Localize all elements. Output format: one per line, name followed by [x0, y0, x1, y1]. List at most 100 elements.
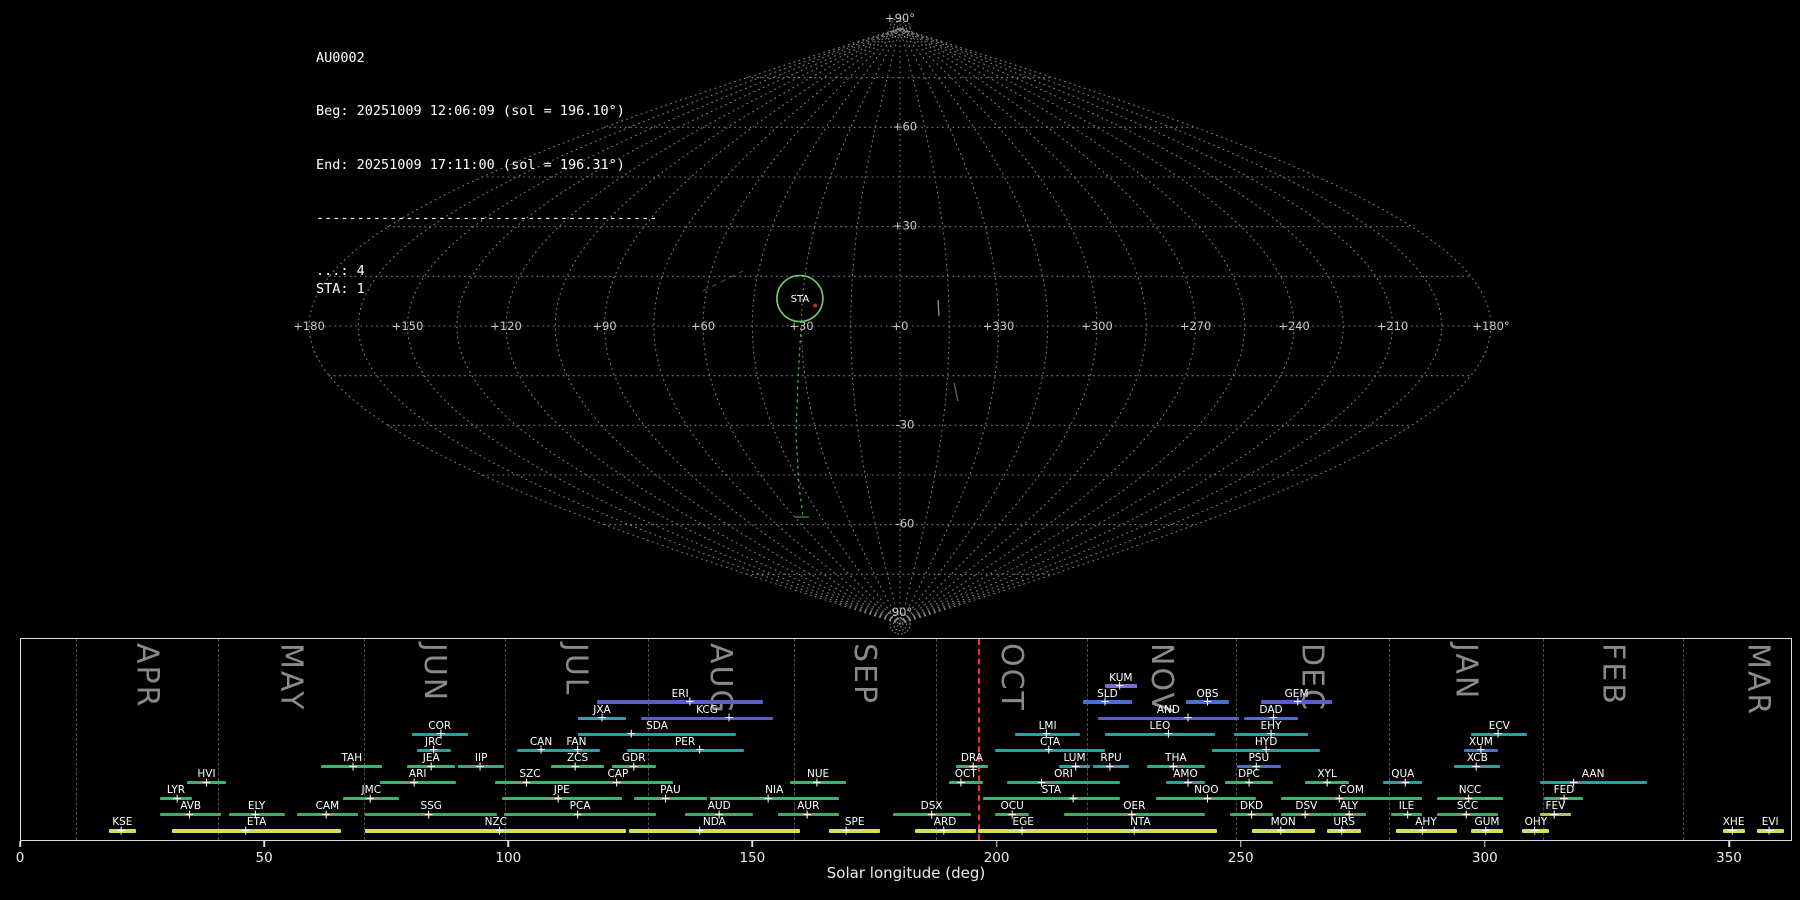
- shower-peak-marker: +: [570, 759, 580, 773]
- shower-bar: [629, 829, 800, 832]
- separator-line: ----------------------------------------…: [316, 210, 657, 228]
- x-tick: [996, 841, 998, 847]
- month-label: SEP: [847, 643, 882, 705]
- x-tick: [19, 841, 21, 847]
- shower-peak-marker: +: [1300, 808, 1310, 822]
- station-id: AU0002: [316, 50, 657, 68]
- shower-bar: [172, 829, 341, 832]
- shower-peak-marker: +: [424, 808, 434, 822]
- x-axis-title: Solar longitude (deg): [827, 864, 985, 882]
- shower-peak-marker: +: [116, 824, 126, 838]
- shower-counts: ...: 4STA: 1: [316, 263, 657, 299]
- x-tick-label: 0: [16, 850, 25, 866]
- shower-peak-marker: +: [660, 791, 670, 805]
- faint-mark: [954, 383, 958, 401]
- shower-peak-marker: +: [494, 824, 504, 838]
- shower-peak-marker: +: [1244, 775, 1254, 789]
- shower-peak-marker: +: [597, 711, 607, 725]
- lat-label: +60: [893, 119, 917, 133]
- shower-peak-marker: +: [1322, 775, 1332, 789]
- observation-end: End: 20251009 17:11:00 (sol = 196.31°): [316, 157, 657, 175]
- month-boundary-line: [218, 639, 219, 840]
- month-label: JAN: [1448, 643, 1483, 700]
- shower-peak-marker: +: [1163, 727, 1173, 741]
- shower-peak-marker: +: [1400, 775, 1410, 789]
- shower-label: ORI: [1054, 768, 1073, 780]
- shower-peak-marker: +: [348, 759, 358, 773]
- shower-peak-marker: +: [553, 791, 563, 805]
- month-boundary-line: [1683, 639, 1684, 840]
- shower-peak-marker: +: [1549, 808, 1559, 822]
- shower-peak-marker: +: [763, 791, 773, 805]
- lat-label: +90°: [885, 11, 915, 25]
- shower-peak-marker: +: [841, 824, 851, 838]
- shower-peak-marker: +: [184, 808, 194, 822]
- current-sol-line: [978, 639, 980, 840]
- shower-bar: [597, 700, 763, 703]
- lon-label: +180°: [1472, 319, 1509, 333]
- x-tick-label: 350: [1716, 850, 1742, 866]
- shower-peak-marker: +: [626, 727, 636, 741]
- shower-peak-marker: +: [685, 695, 695, 709]
- lon-label: +240: [1278, 319, 1310, 333]
- shower-peak-marker: +: [1129, 824, 1139, 838]
- shower-peak-marker: +: [1530, 824, 1540, 838]
- shower-peak-marker: +: [1293, 695, 1303, 709]
- shower-peak-marker: +: [365, 791, 375, 805]
- shower-label: KCG: [696, 704, 718, 716]
- shower-label: AAN: [1582, 768, 1605, 780]
- count-line: STA: 1: [316, 281, 657, 299]
- shower-peak-marker: +: [612, 775, 622, 789]
- lat-label: -60: [896, 517, 915, 531]
- x-tick: [752, 841, 754, 847]
- x-tick-label: 250: [1228, 850, 1254, 866]
- shower-peak-marker: +: [1461, 808, 1471, 822]
- lon-label: +270: [1180, 319, 1212, 333]
- shower-peak-marker: +: [1403, 808, 1413, 822]
- month-boundary-line: [364, 639, 365, 840]
- sta-radiant-label: STA: [791, 294, 810, 305]
- lon-label: +210: [1377, 319, 1409, 333]
- month-label: JUL: [559, 643, 594, 697]
- shower-peak-marker: +: [1044, 743, 1054, 757]
- lat-label: +30: [893, 219, 917, 233]
- shower-peak-marker: +: [1202, 791, 1212, 805]
- lat-label: -30: [896, 417, 915, 431]
- x-tick: [1484, 841, 1486, 847]
- x-tick: [263, 841, 265, 847]
- month-label: APR: [130, 643, 165, 708]
- shower-peak-marker: +: [321, 808, 331, 822]
- shower-peak-marker: +: [1017, 824, 1027, 838]
- shower-peak-marker: +: [1202, 695, 1212, 709]
- shower-bar: [1105, 733, 1215, 736]
- shower-peak-marker: +: [573, 808, 583, 822]
- month-label: MAR: [1741, 643, 1776, 716]
- count-line: ...: 4: [316, 263, 657, 281]
- x-tick: [1240, 841, 1242, 847]
- shower-bar: [1064, 829, 1218, 832]
- x-tick-label: 100: [495, 850, 521, 866]
- app-root: +180+150+120+90+60+30+0+330+300+270+240+…: [0, 0, 1800, 900]
- shower-peak-marker: +: [1471, 759, 1481, 773]
- detection-dot: [813, 304, 817, 308]
- lon-label: +300: [1081, 319, 1113, 333]
- lon-label: +330: [983, 319, 1015, 333]
- lon-label: +60: [691, 319, 715, 333]
- shower-peak-marker: +: [956, 775, 966, 789]
- sta-trajectory: [796, 328, 803, 516]
- shower-peak-marker: +: [201, 775, 211, 789]
- x-tick-label: 300: [1472, 850, 1498, 866]
- x-tick-label: 200: [984, 850, 1010, 866]
- shower-label: SDA: [646, 720, 668, 732]
- x-tick: [1728, 841, 1730, 847]
- shower-peak-marker: +: [1100, 695, 1110, 709]
- sky-map: +180+150+120+90+60+30+0+330+300+270+240+…: [0, 0, 1800, 645]
- lat-label: -90°: [888, 605, 913, 619]
- shower-peak-marker: +: [409, 775, 419, 789]
- month-boundary-line: [1236, 639, 1237, 840]
- shower-peak-marker: +: [1493, 727, 1503, 741]
- shower-peak-marker: +: [241, 824, 251, 838]
- lon-label: +0: [892, 319, 909, 333]
- month-boundary-line: [1087, 639, 1088, 840]
- shower-label: PER: [675, 736, 695, 748]
